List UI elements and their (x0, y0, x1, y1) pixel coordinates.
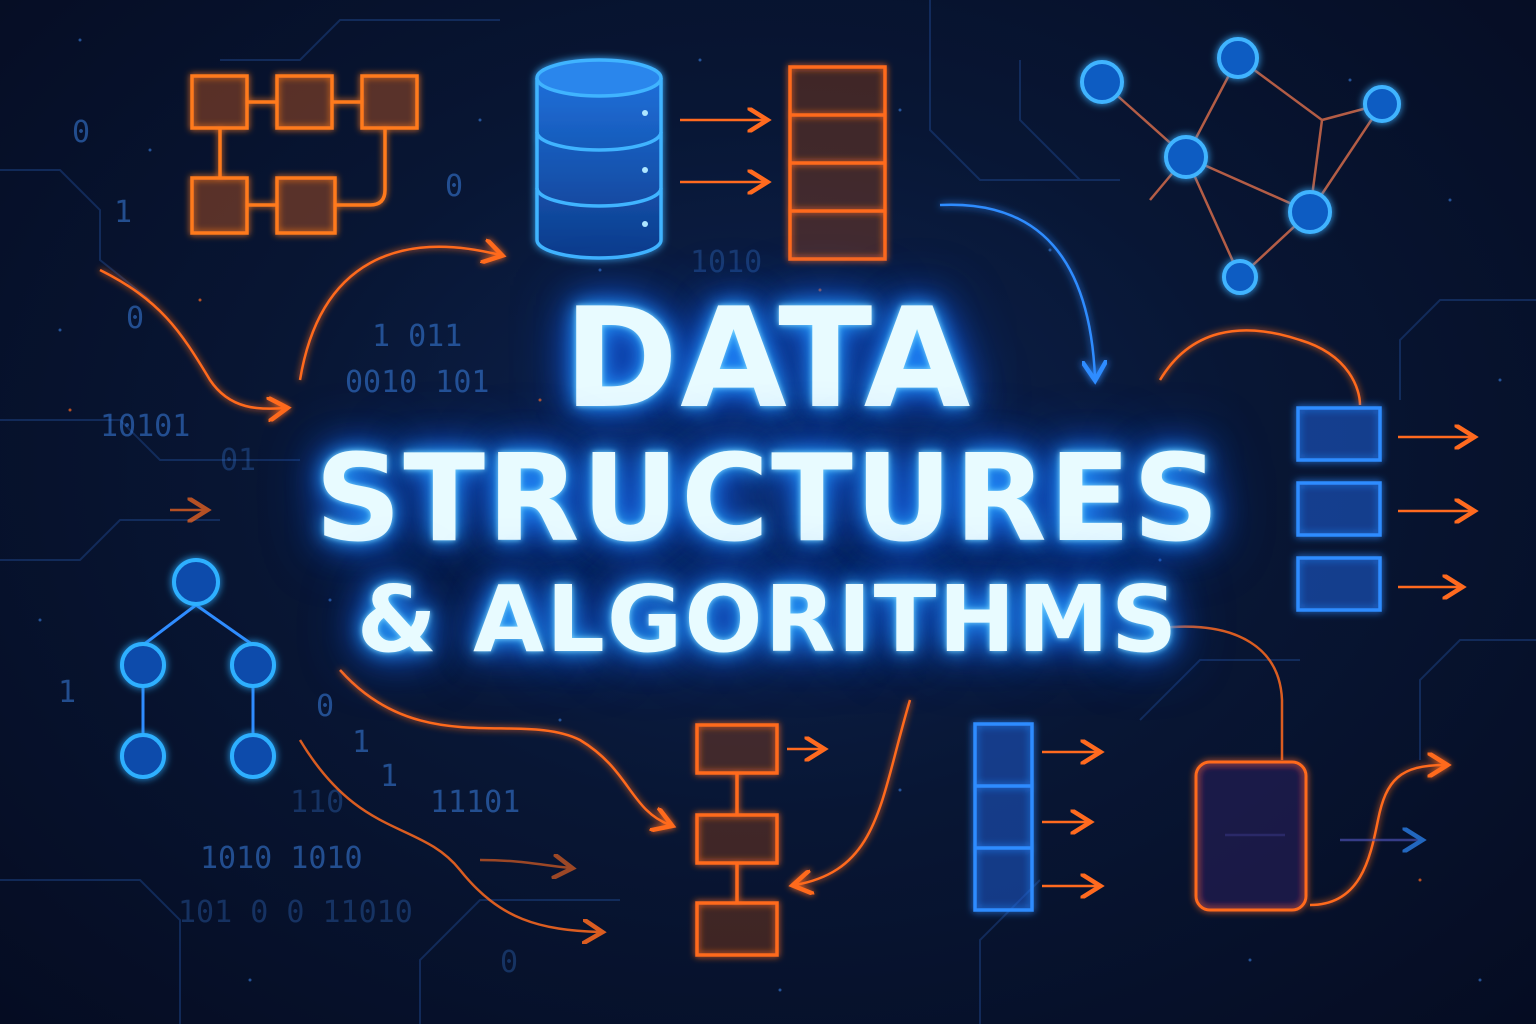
binary-text: 10101 (100, 409, 190, 444)
binary-text: 1 011 (372, 319, 462, 354)
binary-text: 1010 (690, 245, 762, 280)
binary-text: 0 (445, 169, 463, 204)
binary-text: 1010 1010 (200, 841, 363, 876)
binary-text: 101 0 0 11010 (178, 895, 413, 930)
binary-text: 1 (114, 195, 132, 230)
container-box-icon (1194, 760, 1308, 912)
binary-text: 0 (316, 689, 334, 724)
binary-text: 1 (58, 675, 76, 710)
binary-text: 110 (290, 785, 344, 820)
binary-tree-icon (120, 558, 276, 779)
database-cylinder-icon (535, 58, 663, 260)
binary-text: 11101 (430, 785, 520, 820)
binary-text: 0010 101 (345, 365, 490, 400)
binary-text: 0 (500, 945, 518, 980)
graph-network-icon (1080, 37, 1401, 295)
flowchart-icon (695, 723, 822, 957)
stack-array-icon (788, 65, 887, 261)
background-illustration: 0 1 0 0 1 011 0010 101 10101 01 1010 1 0… (0, 0, 1536, 1024)
binary-text: 0 (72, 115, 90, 150)
binary-text: 0 (126, 301, 144, 336)
binary-text: 1 (380, 759, 398, 794)
queue-icon (1296, 406, 1472, 612)
linked-list-grid-icon (190, 74, 419, 235)
binary-text: 1 (352, 725, 370, 760)
db-arrows (680, 120, 765, 182)
binary-text: 01 (220, 443, 256, 478)
